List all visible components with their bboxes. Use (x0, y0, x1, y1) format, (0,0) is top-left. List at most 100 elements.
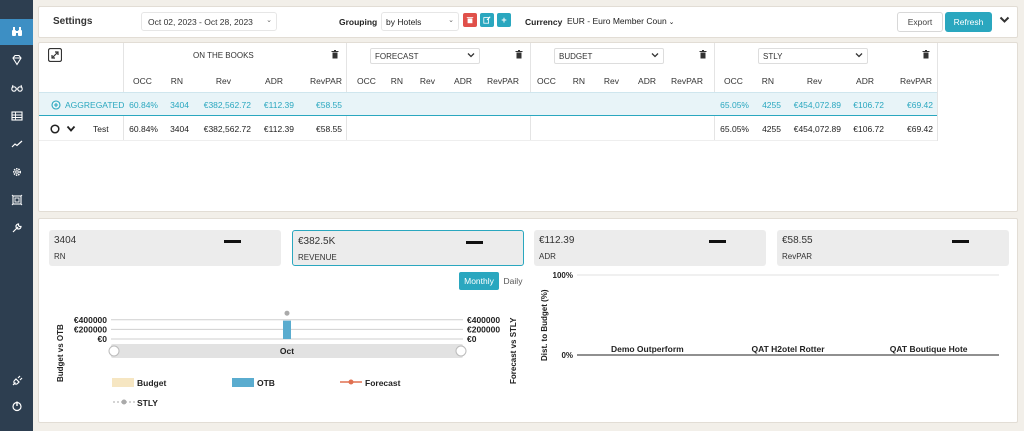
col-header-rev[interactable]: Rev (419, 76, 435, 86)
x-tick-label: Demo Outperform (611, 344, 684, 354)
nav-settings[interactable] (0, 159, 33, 185)
table-cell: €112.39 (263, 100, 294, 110)
col-header-occ[interactable]: OCC (724, 76, 743, 86)
legend-swatch-forecast (340, 379, 362, 385)
table-cell: €454,072.89 (793, 100, 841, 110)
nav-trends[interactable] (0, 131, 33, 157)
col-header-rn[interactable]: RN (389, 76, 403, 86)
col-header-rev[interactable]: Rev (603, 76, 619, 86)
chevron-down-icon[interactable] (66, 125, 76, 133)
forecast-select[interactable]: FORECAST (370, 48, 480, 64)
glasses-icon (10, 84, 23, 92)
nav-frame[interactable] (0, 187, 33, 213)
plus-circle-icon[interactable] (51, 100, 61, 110)
y2-axis-label: Forecast vs STLY (509, 317, 518, 384)
chevron-down-icon: ⌄ (266, 17, 272, 24)
table-row-test[interactable]: Test 60.84% 3404 €382,562.72 €112.39 €58… (39, 117, 937, 141)
col-header-revpar[interactable]: RevPAR (483, 76, 519, 86)
table-cell: 60.84% (129, 124, 158, 134)
refresh-button[interactable]: Refresh (945, 12, 992, 32)
chevron-down-icon (467, 53, 475, 58)
kpi-value: €112.39 (539, 235, 575, 246)
delete-group-button[interactable] (463, 13, 477, 27)
x-tick-label: QAT H2otel Rotter (751, 344, 825, 354)
table-row-aggregated[interactable]: AGGREGATED 60.84% 3404 €382,562.72 €112.… (39, 92, 937, 116)
currency-select[interactable]: EUR - Euro Member Coun ⌄ (563, 12, 675, 31)
budget-select-value: BUDGET (559, 52, 593, 61)
trash-icon[interactable] (922, 50, 930, 59)
legend-label[interactable]: Budget (137, 378, 166, 388)
plus-icon: + (501, 15, 507, 25)
row-label: AGGREGATED (65, 100, 125, 110)
kpi-card-adr[interactable]: €112.39 ADR (534, 230, 766, 266)
y-tick-label: 0% (561, 351, 573, 360)
export-button[interactable]: Export (897, 12, 943, 32)
col-header-rev[interactable]: Rev (806, 76, 822, 86)
trash-icon[interactable] (515, 50, 523, 59)
add-group-button[interactable]: + (497, 13, 511, 27)
kpi-card-rn[interactable]: 3404 RN (49, 230, 281, 266)
grouping-select[interactable]: by Hotels ⌄ (381, 12, 459, 31)
chevron-down-icon: ⌄ (666, 19, 675, 26)
table-cell: €106.72 (853, 100, 884, 110)
stly-select-value: STLY (763, 52, 783, 61)
grouping-label: Grouping (339, 17, 378, 27)
col-header-occ[interactable]: OCC (133, 76, 152, 86)
stly-select[interactable]: STLY (758, 48, 868, 64)
table-cell: €454,072.89 (793, 124, 841, 134)
legend-label[interactable]: OTB (257, 378, 275, 388)
kpi-label: ADR (539, 252, 556, 261)
settings-title: Settings (53, 16, 93, 27)
edit-group-button[interactable] (480, 13, 494, 27)
table-cell: 3404 (170, 100, 189, 110)
col-header-adr[interactable]: ADR (452, 76, 472, 86)
col-header-adr[interactable]: ADR (854, 76, 874, 86)
table-cell: €69.42 (907, 100, 933, 110)
nav-power[interactable] (0, 393, 33, 419)
x-tick-label: QAT Boutique Hote (890, 344, 968, 354)
trend-icon (11, 140, 22, 148)
col-header-rev[interactable]: Rev (215, 76, 231, 86)
col-header-rn[interactable]: RN (760, 76, 774, 86)
col-header-rn[interactable]: RN (169, 76, 183, 86)
nav-overview[interactable] (0, 19, 33, 45)
nav-integrations[interactable] (0, 368, 33, 394)
group-header-otb: ON THE BOOKS (193, 51, 254, 60)
col-header-adr[interactable]: ADR (636, 76, 656, 86)
trash-icon[interactable] (331, 50, 339, 59)
kpi-card-revenue[interactable]: €382.5K REVENUE (292, 230, 524, 266)
nav-pricing[interactable] (0, 47, 33, 73)
table-cell: 60.84% (129, 100, 158, 110)
col-header-rn[interactable]: RN (571, 76, 585, 86)
col-header-adr[interactable]: ADR (263, 76, 283, 86)
nav-tools[interactable] (0, 215, 33, 241)
chevron-down-icon (855, 53, 863, 58)
collapse-chevron-icon[interactable] (999, 16, 1010, 24)
nav-compare[interactable] (0, 75, 33, 101)
wrench-icon (12, 223, 22, 233)
radio-circle-icon[interactable] (50, 124, 60, 134)
range-handle-left (108, 345, 120, 357)
col-header-revpar[interactable]: RevPAR (667, 76, 703, 86)
kpi-label: RN (54, 252, 66, 261)
col-header-revpar[interactable]: RevPAR (896, 76, 932, 86)
date-range-picker[interactable]: Oct 02, 2023 - Oct 28, 2023 ⌄ (141, 12, 277, 31)
col-header-occ[interactable]: OCC (357, 76, 376, 86)
col-header-revpar[interactable]: RevPAR (306, 76, 342, 86)
y-tick-label: €400000 (74, 315, 107, 325)
legend-swatch-budget (112, 378, 134, 387)
nav-table[interactable] (0, 103, 33, 129)
charts-panel: 3404 RN €382.5K REVENUE €112.39 ADR €58.… (38, 218, 1018, 423)
trash-icon[interactable] (699, 50, 707, 59)
budget-select[interactable]: BUDGET (554, 48, 664, 64)
sparkline-placeholder (709, 240, 726, 243)
col-header-occ[interactable]: OCC (537, 76, 556, 86)
kpi-value: 3404 (54, 235, 77, 246)
distance-to-budget-chart: Dist. to Budget (%) 100% 0% Demo Outperfor… (540, 271, 999, 361)
legend-label[interactable]: Forecast (365, 378, 400, 388)
kpi-card-revpar[interactable]: €58.55 RevPAR (777, 230, 1009, 266)
expand-icon[interactable] (48, 48, 62, 62)
legend-label[interactable]: STLY (137, 398, 158, 408)
table-cell: €106.72 (853, 124, 884, 134)
sidebar (0, 0, 33, 431)
